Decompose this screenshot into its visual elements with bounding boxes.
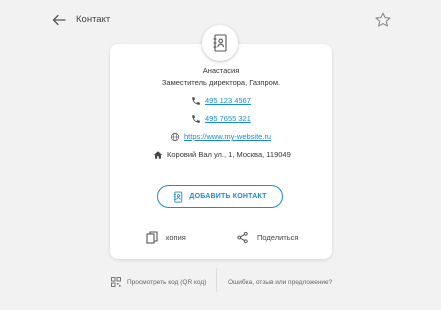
back-button[interactable] — [50, 11, 68, 29]
page-title: Контакт — [76, 14, 111, 25]
qr-code-icon — [111, 277, 121, 287]
contact-avatar — [202, 25, 238, 61]
globe-icon — [170, 132, 180, 142]
contact-position: Заместитель директора, Газпром. — [161, 78, 281, 87]
share-button[interactable]: Поделиться — [236, 230, 298, 244]
footer-divider — [216, 268, 217, 292]
share-icon — [237, 231, 248, 243]
favorite-button[interactable] — [374, 11, 392, 29]
phone-row-2: 495 7655 321 — [110, 113, 332, 125]
contact-book-icon — [213, 34, 227, 52]
contact-book-icon — [174, 191, 183, 202]
copy-label: копия — [166, 232, 186, 242]
address-text: Коровий Вал ул., 1, Москва, 119049 — [167, 150, 291, 159]
phone-icon — [192, 115, 200, 123]
phone-icon — [192, 97, 200, 105]
website-link[interactable]: https://www.my-website.ru — [184, 132, 271, 141]
share-label: Поделиться — [257, 232, 299, 242]
add-contact-button[interactable]: ДОБАВИТЬ КОНТАКТ — [157, 185, 283, 208]
copy-icon — [146, 230, 158, 244]
phone-row-1: 495 123 4567 — [110, 95, 332, 107]
website-row: https://www.my-website.ru — [110, 131, 332, 143]
feedback-label: Ошибка, отзыв или предложение? — [228, 278, 333, 286]
address-row: Коровий Вал ул., 1, Москва, 119049 — [110, 149, 332, 161]
home-icon — [153, 151, 163, 159]
view-qr-label: Просмотреть код (QR код) — [127, 278, 207, 286]
phone-link-2[interactable]: 495 7655 321 — [205, 114, 251, 123]
phone-link-1[interactable]: 495 123 4567 — [205, 96, 251, 105]
arrow-left-icon — [52, 14, 66, 26]
view-qr-link[interactable]: Просмотреть код (QR код) — [111, 276, 206, 288]
feedback-link[interactable]: Ошибка, отзыв или предложение? — [228, 276, 332, 288]
add-contact-label: ДОБАВИТЬ КОНТАКТ — [189, 193, 267, 200]
contact-name: Анастасия — [202, 66, 240, 75]
copy-button[interactable]: копия — [146, 230, 186, 244]
star-outline-icon — [375, 12, 391, 27]
